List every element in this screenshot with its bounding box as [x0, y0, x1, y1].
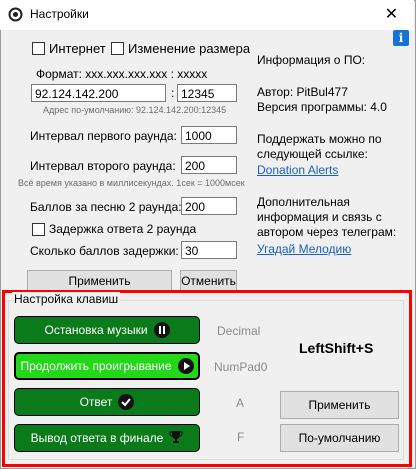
stop-music-key: Decimal — [217, 324, 261, 338]
round1-input[interactable]: 1000 — [181, 126, 237, 144]
internet-label: Интернет — [49, 41, 106, 56]
pause-icon — [153, 322, 170, 338]
app-icon — [8, 7, 23, 22]
ip-input[interactable]: 92.124.142.200 — [31, 84, 166, 102]
resize-label: Изменение размера — [128, 41, 251, 56]
current-key-combination: LeftShift+S — [299, 340, 374, 356]
points-input[interactable]: 200 — [181, 197, 237, 215]
round2-input[interactable]: 200 — [181, 156, 237, 174]
trophy-icon — [169, 430, 183, 447]
final-answer-label: Вывод ответа в финале — [30, 431, 164, 445]
stop-music-button[interactable]: Остановка музыки — [14, 316, 200, 344]
final-answer-key: F — [237, 430, 245, 444]
default-address-hint: Адрес по-умолчанию: 92.124.142.200:12345 — [43, 105, 227, 115]
delay-checkbox-label: Задержка ответа 2 раунда — [49, 222, 197, 236]
play-icon — [177, 358, 194, 374]
check-icon — [118, 394, 135, 410]
version-text: Версия программы: 4.0 — [257, 100, 387, 114]
author-text: Автор: PitBul477 — [257, 85, 348, 99]
points-label: Баллов за песню 2 раунда: — [30, 200, 182, 214]
support-text: Поддержать можно по следующей ссылке: — [257, 132, 382, 161]
round1-label: Интервал первого раунда: — [30, 129, 177, 143]
apply-settings-button[interactable]: Применить — [27, 270, 172, 292]
format-label: Формат: xxx.xxx.xxx.xxx : xxxxx — [36, 67, 208, 81]
delay-points-input[interactable]: 30 — [181, 241, 237, 259]
info-heading: Информация о ПО: — [257, 53, 366, 67]
answer-label: Ответ — [79, 395, 113, 409]
resume-playback-label: Продолжить проигрывание — [20, 359, 172, 373]
port-input[interactable]: 12345 — [177, 84, 237, 102]
final-answer-button[interactable]: Вывод ответа в финале — [14, 424, 200, 452]
ip-port-separator: : — [171, 86, 175, 100]
round2-label: Интервал второго раунда: — [30, 159, 176, 173]
resize-checkbox[interactable] — [111, 42, 124, 55]
answer-button[interactable]: Ответ — [14, 388, 200, 416]
telegram-link[interactable]: Угадай Мелодию — [257, 242, 351, 256]
stop-music-label: Остановка музыки — [44, 323, 148, 337]
window-title: Настройки — [30, 7, 89, 21]
info-icon[interactable]: i — [393, 30, 409, 46]
close-button[interactable]: ✕ — [369, 0, 414, 30]
delay-points-label: Сколько баллов задержки: — [30, 244, 179, 258]
cancel-button[interactable]: Отменить — [180, 270, 237, 292]
delay-checkbox[interactable] — [32, 223, 45, 236]
hotkeys-group-label: Настройка клавиш — [12, 292, 121, 306]
contact-text: Дополнительная информация и связь с авто… — [257, 195, 397, 239]
default-hotkeys-button[interactable]: По-умолчанию — [280, 424, 399, 452]
internet-checkbox[interactable] — [32, 42, 45, 55]
resume-playback-button[interactable]: Продолжить проигрывание — [14, 352, 200, 380]
milliseconds-hint: Всё время указано в миллисекундах. 1сек … — [18, 178, 245, 188]
resume-playback-key: NumPad0 — [214, 360, 268, 374]
apply-hotkey-button[interactable]: Применить — [280, 391, 399, 419]
donation-link[interactable]: Donation Alerts — [257, 163, 338, 177]
answer-key: A — [236, 396, 245, 410]
